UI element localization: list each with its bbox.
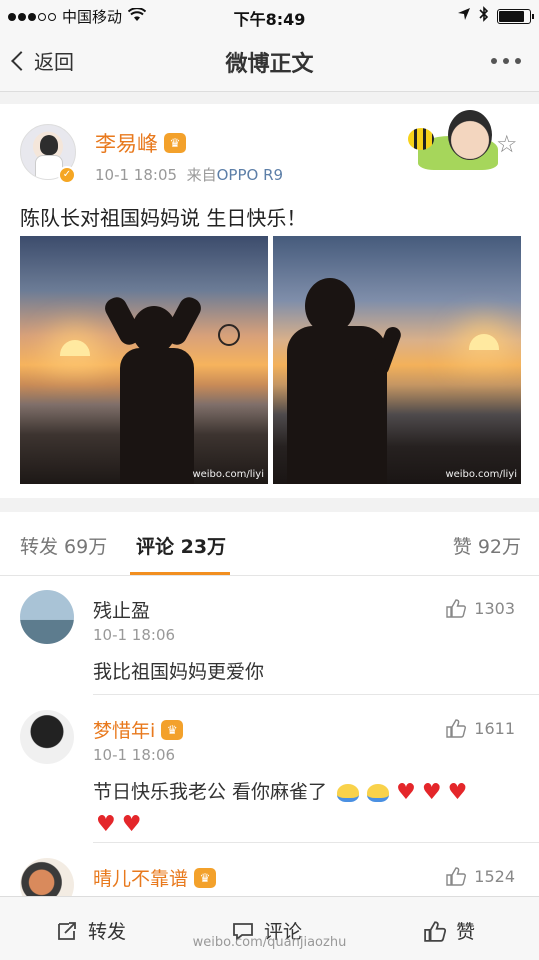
commenter-avatar[interactable] bbox=[20, 858, 74, 896]
active-tab-indicator bbox=[130, 572, 230, 575]
photo-watermark: weibo.com/liyi bbox=[192, 469, 264, 480]
commenter-name[interactable]: 残止盈 bbox=[93, 596, 150, 623]
post-photo[interactable]: weibo.com/liyi bbox=[273, 236, 521, 484]
comment-like-count: 1524 bbox=[474, 866, 515, 886]
star-icon[interactable]: ☆ bbox=[496, 130, 518, 158]
tab-likes[interactable]: 赞 92万 bbox=[453, 532, 521, 559]
comment-text-wrapper: 节日快乐我老公 看你麻雀了 ♥ ♥ ♥ ♥ ♥ bbox=[93, 776, 523, 841]
post-tabs: 转发 69万 评论 23万 赞 92万 bbox=[0, 512, 539, 576]
status-bar: 中国移动 下午8:49 bbox=[0, 0, 539, 32]
location-icon bbox=[457, 7, 471, 25]
post-text: 陈队长对祖国妈妈说 生日快乐！ bbox=[20, 206, 307, 230]
status-right bbox=[457, 6, 534, 26]
commenter-avatar[interactable] bbox=[20, 590, 74, 644]
nav-bar: 返回 微博正文 bbox=[0, 32, 539, 92]
post-time: 10-1 18:05 bbox=[95, 166, 178, 184]
battery-fill bbox=[499, 10, 524, 22]
tab-comments[interactable]: 评论 23万 bbox=[136, 532, 226, 559]
bee-badge-icon bbox=[408, 108, 498, 172]
crown-icon: ♛ bbox=[194, 867, 217, 888]
sparrow-emoji-icon bbox=[337, 783, 360, 802]
comment-like-count: 1611 bbox=[474, 718, 515, 738]
heart-emoji-icon: ♥ bbox=[447, 779, 468, 805]
post-meta: 10-1 18:05 来自OPPO R9 bbox=[95, 164, 283, 185]
comment-like-count: 1303 bbox=[474, 598, 515, 618]
tab-repost[interactable]: 转发 69万 bbox=[20, 532, 107, 559]
commenter-name-label: 晴儿不靠谱 bbox=[93, 868, 189, 890]
commenter-name-label: 残止盈 bbox=[93, 600, 151, 622]
comment-time: 10-1 18:06 bbox=[93, 746, 176, 764]
comment-like-button[interactable]: 1524 bbox=[446, 866, 515, 886]
page-watermark: weibo.com/quanjiaozhu bbox=[192, 935, 347, 950]
bluetooth-icon bbox=[479, 6, 489, 26]
ferris-wheel-icon bbox=[218, 324, 240, 346]
commenter-name[interactable]: 晴儿不靠谱 ♛ bbox=[93, 864, 217, 891]
comment-time: 10-1 18:06 bbox=[93, 626, 176, 644]
thumbs-up-icon bbox=[446, 718, 467, 738]
post-source-prefix: 来自 bbox=[186, 166, 217, 184]
page-title: 微博正文 bbox=[225, 52, 314, 77]
heart-emoji-icon: ♥ bbox=[121, 812, 142, 837]
heart-emoji-icon: ♥ bbox=[96, 812, 116, 837]
thumbs-up-icon bbox=[446, 598, 467, 618]
commenter-name[interactable]: 梦惜年i ♛ bbox=[93, 716, 184, 743]
comment-text: 节日快乐我老公 看你麻雀了 bbox=[93, 781, 328, 803]
more-icon[interactable] bbox=[491, 58, 521, 64]
commenter-avatar[interactable] bbox=[20, 710, 74, 764]
heart-emoji-icon: ♥ bbox=[396, 779, 416, 805]
post-card: ✓ 李易峰 ♛ 10-1 18:05 来自OPPO R9 ☆ 陈队长对祖国妈妈说… bbox=[0, 104, 539, 498]
thumbs-up-icon bbox=[446, 866, 467, 886]
author-name[interactable]: 李易峰 ♛ bbox=[95, 128, 186, 158]
author-name-label: 李易峰 bbox=[95, 132, 158, 156]
photo-watermark: weibo.com/liyi bbox=[445, 469, 517, 480]
comment-like-button[interactable]: 1303 bbox=[446, 598, 515, 618]
comment-like-button[interactable]: 1611 bbox=[446, 718, 515, 738]
heart-emoji-icon: ♥ bbox=[421, 779, 442, 805]
verified-icon: ✓ bbox=[58, 166, 76, 184]
crown-icon: ♛ bbox=[164, 133, 186, 153]
sparrow-emoji-icon bbox=[367, 783, 390, 802]
post-source[interactable]: OPPO R9 bbox=[217, 166, 283, 184]
bottom-toolbar: 转发 评论 赞 weibo.com/quanjiaozhu bbox=[0, 896, 539, 960]
crown-icon: ♛ bbox=[161, 719, 184, 740]
comment-list: 残止盈 10-1 18:06 我比祖国妈妈更爱你 1303 梦惜年i ♛ 10-… bbox=[0, 576, 539, 896]
post-photo[interactable]: weibo.com/liyi bbox=[20, 236, 268, 484]
battery-icon bbox=[497, 8, 534, 24]
commenter-name-label: 梦惜年i bbox=[93, 720, 156, 742]
comment-text: 我比祖国妈妈更爱你 bbox=[93, 661, 265, 683]
